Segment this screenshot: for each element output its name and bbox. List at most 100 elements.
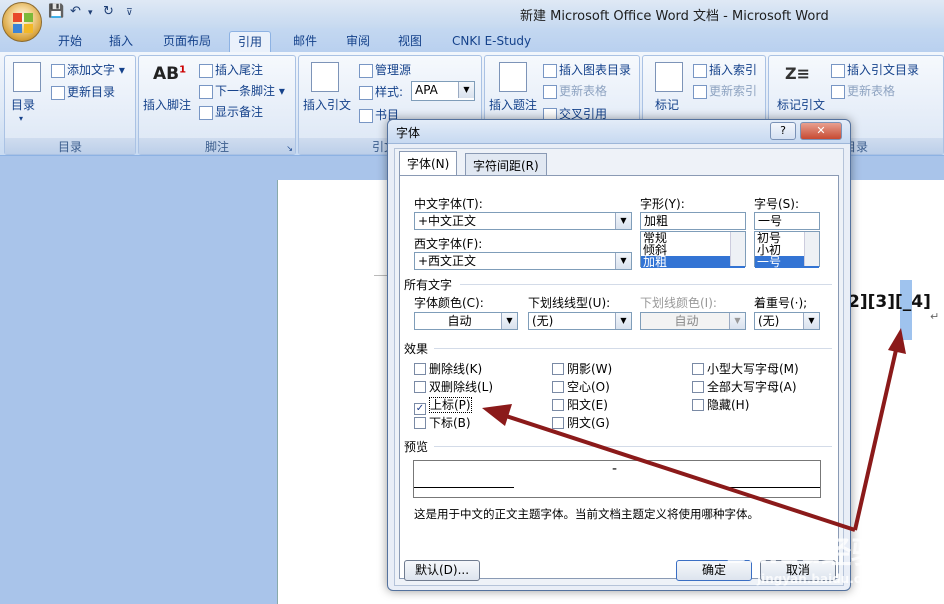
scrollbar[interactable] — [804, 232, 819, 266]
emboss-label: 阳文(E) — [567, 398, 608, 412]
tab-mailings[interactable]: 邮件 — [285, 31, 325, 52]
outline-label: 空心(O) — [567, 380, 610, 394]
tab-font[interactable]: 字体(N) — [399, 151, 458, 176]
footnote-dialog-launcher-icon[interactable]: ↘ — [286, 144, 293, 153]
preview-box: - — [413, 460, 821, 498]
hidden-checkbox[interactable]: 隐藏(H) — [692, 396, 749, 413]
scrollbar[interactable] — [730, 232, 745, 266]
toc-icon — [13, 62, 41, 92]
redo-icon[interactable]: ↻ — [103, 4, 114, 22]
document-text-plain: 2][3][ — [848, 292, 903, 312]
small-caps-checkbox[interactable]: 小型大写字母(M) — [692, 360, 799, 377]
tab-home[interactable]: 开始 — [50, 31, 90, 52]
insert-citation-button[interactable]: 插入引文 — [303, 96, 351, 113]
mark-citation-icon: Z≡ — [785, 64, 811, 83]
all-caps-label: 全部大写字母(A) — [707, 380, 797, 394]
all-caps-checkbox[interactable]: 全部大写字母(A) — [692, 378, 797, 395]
tab-page-layout[interactable]: 页面布局 — [155, 31, 219, 52]
font-size-list[interactable]: 初号 小初 一号 — [754, 231, 820, 268]
dialog-body: 字体(N) 字符间距(R) 中文字体(T): +中文正文 ▼ 西文字体(F): +… — [394, 148, 844, 586]
underline-style-select[interactable]: (无) ▼ — [528, 312, 632, 330]
font-color-label: 字体颜色(C): — [414, 296, 484, 310]
watermark-brand: Baidu经验 — [725, 536, 882, 571]
insert-caption-icon — [499, 62, 527, 92]
update-toa-icon — [831, 84, 845, 99]
default-button[interactable]: 默认(D)... — [404, 560, 480, 581]
emboss-checkbox[interactable]: 阳文(E) — [552, 396, 608, 413]
document-text[interactable]: 2][3][_4] — [848, 292, 931, 312]
outline-checkbox[interactable]: 空心(O) — [552, 378, 610, 395]
font-style-input[interactable]: 加粗 — [640, 212, 746, 230]
customize-qat-icon[interactable]: ⊽ — [126, 8, 133, 26]
tab-review[interactable]: 审阅 — [338, 31, 378, 52]
tab-view[interactable]: 视图 — [390, 31, 430, 52]
tab-character-spacing[interactable]: 字符间距(R) — [465, 153, 547, 175]
insert-caption-button[interactable]: 插入题注 — [489, 96, 537, 113]
west-font-select[interactable]: +西文正文 ▼ — [414, 252, 632, 270]
add-text-button[interactable]: 添加文字 ▾ — [51, 61, 125, 78]
update-index-button[interactable]: 更新索引 — [693, 82, 757, 99]
citation-style-icon — [359, 85, 373, 100]
citation-style-label: 样式: — [359, 83, 403, 100]
toc-dropdown-icon[interactable]: ▾ — [19, 114, 23, 123]
checkbox-box — [692, 399, 704, 411]
preview-text: - — [612, 461, 618, 477]
mark-citation-button[interactable]: 标记引文 — [777, 96, 825, 113]
tab-references[interactable]: 引用 — [229, 31, 272, 52]
engrave-checkbox[interactable]: 阴文(G) — [552, 414, 610, 431]
show-notes-button[interactable]: 显示备注 — [199, 103, 263, 120]
shadow-checkbox[interactable]: 阴影(W) — [552, 360, 612, 377]
preview-baseline-right — [720, 487, 820, 488]
strikethrough-checkbox[interactable]: 删除线(K) — [414, 360, 482, 377]
next-footnote-button[interactable]: 下一条脚注 ▾ — [199, 82, 285, 99]
font-style-list[interactable]: 常规 倾斜 加粗 — [640, 231, 746, 268]
document-selected-text: _4] — [902, 292, 931, 312]
add-text-label: 添加文字 — [67, 63, 116, 77]
update-toc-button[interactable]: 更新目录 — [51, 83, 115, 100]
paragraph-mark: ↵ — [930, 310, 940, 323]
footnotes-group-label: 脚注 — [139, 138, 295, 154]
insert-toa-button[interactable]: 插入引文目录 — [831, 61, 919, 78]
insert-footnote-button[interactable]: 插入脚注 — [143, 96, 191, 113]
office-button[interactable] — [2, 2, 42, 42]
manage-sources-button[interactable]: 管理源 — [359, 61, 411, 78]
style-label-text: 样式: — [375, 85, 404, 99]
superscript-checkbox[interactable]: ✓ 上标(P) — [414, 396, 472, 415]
baidu-watermark: Baidu经验 jingyan.baidu.com — [725, 528, 882, 586]
subscript-checkbox[interactable]: 下标(B) — [414, 414, 471, 431]
font-size-input[interactable]: 一号 — [754, 212, 820, 230]
west-font-value: +西文正文 — [418, 254, 477, 268]
citation-style-select[interactable]: APA ▼ — [411, 81, 475, 101]
divider — [434, 348, 832, 349]
insert-endnote-button[interactable]: 插入尾注 — [199, 61, 263, 78]
save-icon[interactable]: 💾 — [48, 4, 64, 22]
tab-cnki[interactable]: CNKI E-Study — [444, 31, 539, 52]
font-style-label: 字形(Y): — [640, 197, 685, 211]
update-toa-button[interactable]: 更新表格 — [831, 82, 895, 99]
font-style-value: 加粗 — [644, 214, 669, 228]
font-size-value: 一号 — [758, 214, 783, 228]
emphasis-value: (无) — [758, 314, 780, 328]
double-strikethrough-label: 双删除线(L) — [429, 380, 494, 394]
toc-button[interactable]: 目录 — [11, 96, 35, 113]
mark-entry-button[interactable]: 标记 — [655, 96, 679, 113]
help-button[interactable]: ? — [770, 122, 796, 140]
underline-style-label: 下划线线型(U): — [528, 296, 611, 310]
emphasis-select[interactable]: (无) ▼ — [754, 312, 820, 330]
undo-icon[interactable]: ↶ — [70, 4, 81, 22]
undo-dropdown-icon[interactable]: ▾ — [88, 8, 93, 26]
checkbox-box — [552, 417, 564, 429]
insert-endnote-icon — [199, 63, 213, 78]
tab-insert[interactable]: 插入 — [101, 31, 141, 52]
font-color-select[interactable]: 自动 ▼ — [414, 312, 518, 330]
update-figures-button[interactable]: 更新表格 — [543, 82, 607, 99]
chevron-down-icon: ▼ — [803, 313, 819, 329]
insert-index-button[interactable]: 插入索引 — [693, 61, 757, 78]
cn-font-label: 中文字体(T): — [414, 197, 483, 211]
superscript-label: 上标(P) — [429, 397, 472, 413]
cn-font-select[interactable]: +中文正文 ▼ — [414, 212, 632, 230]
update-toc-label: 更新目录 — [67, 85, 116, 99]
double-strikethrough-checkbox[interactable]: 双删除线(L) — [414, 378, 493, 395]
close-button[interactable]: ✕ — [800, 122, 842, 140]
insert-table-of-figures-button[interactable]: 插入图表目录 — [543, 61, 631, 78]
